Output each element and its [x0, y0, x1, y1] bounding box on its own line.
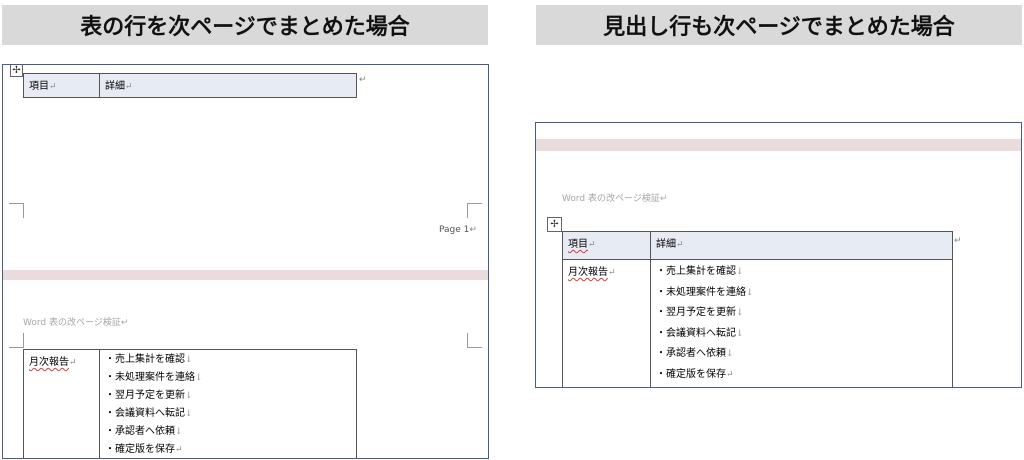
paragraph-mark: ↵ [69, 358, 77, 368]
paragraph-mark: ↵ [608, 268, 616, 278]
left-comparison-banner: 表の行を次ページでまとめた場合 [2, 5, 488, 45]
detail-list: ・売上集計を確認↓ ・未処理案件を連絡↓ ・翌月予定を更新↓ ・会議資料へ転記↓… [105, 351, 351, 458]
paragraph-mark: ↵ [676, 240, 684, 250]
row-cell-label[interactable]: 月次報告↵ [562, 259, 651, 387]
document-title: Word 表の改ページ検証↵ [23, 315, 128, 328]
page-number-footer: Page 1↵ [439, 225, 477, 235]
page-break-gap [3, 270, 488, 280]
header-label-detail: 詳細 [656, 239, 676, 250]
list-item: ・承認者へ依頼↓ [656, 348, 734, 359]
list-item: ・未処理案件を連絡↓ [105, 372, 203, 383]
crop-mark [9, 333, 24, 348]
right-document-view: Word 表の改ページ検証↵ ✢ 項目↵ 詳細↵ 月次報告↵ ・売上集計を確認↓… [535, 122, 1022, 388]
row-end-mark: ↵ [359, 75, 367, 85]
paragraph-mark: ↵ [588, 240, 596, 250]
paragraph-mark: ↵ [469, 225, 477, 235]
list-item: ・会議資料へ転記↓ [105, 408, 193, 419]
crop-mark [9, 203, 24, 218]
list-item: ・翌月予定を更新↓ [656, 307, 744, 318]
list-item: ・会議資料へ転記↓ [656, 327, 744, 339]
table-move-handle-icon[interactable]: ✢ [10, 65, 23, 77]
list-item: ・売上集計を確認↓ [656, 266, 744, 277]
row-cell-label[interactable]: 月次報告↵ [23, 349, 100, 458]
table-header-row: 項目↵ 詳細↵ [562, 231, 953, 260]
row-cell-detail[interactable]: ・売上集計を確認↓ ・未処理案件を連絡↓ ・翌月予定を更新↓ ・会議資料へ転記↓… [99, 349, 357, 458]
list-item: ・翌月予定を更新↓ [105, 390, 193, 401]
paragraph-mark: ↵ [659, 194, 668, 204]
paragraph-mark: ↵ [125, 82, 133, 92]
header-label-item: 項目 [29, 81, 49, 92]
document-title-text: Word 表の改ページ検証 [562, 194, 660, 204]
row-label: 月次報告 [568, 267, 608, 278]
header-cell-detail[interactable]: 詳細↵ [650, 231, 953, 260]
crop-mark [467, 203, 482, 218]
header-cell-item[interactable]: 項目↵ [562, 231, 651, 260]
page-break-gap [536, 139, 1021, 151]
table-move-handle-icon[interactable]: ✢ [547, 217, 562, 232]
right-table: 項目↵ 詳細↵ 月次報告↵ ・売上集計を確認↓ ・未処理案件を連絡↓ ・翌月予定… [562, 231, 953, 387]
row-label: 月次報告 [29, 357, 69, 368]
page-number-text: Page 1 [439, 225, 470, 235]
row-end-mark: ↵ [954, 236, 962, 246]
paragraph-mark: ↵ [49, 82, 57, 92]
paragraph-mark: ↵ [120, 318, 129, 328]
left-header-table: 項目↵ 詳細↵ [23, 73, 357, 98]
list-item: ・承認者へ依頼↓ [105, 426, 183, 437]
left-banner-title: 表の行を次ページでまとめた場合 [80, 15, 410, 40]
header-cell-item[interactable]: 項目↵ [23, 73, 100, 98]
header-label-detail: 詳細 [105, 81, 125, 92]
row-cell-detail[interactable]: ・売上集計を確認↓ ・未処理案件を連絡↓ ・翌月予定を更新↓ ・会議資料へ転記↓… [650, 259, 953, 387]
list-item: ・確定版を保存↵ [656, 368, 734, 380]
table-row: 月次報告↵ ・売上集計を確認↓ ・未処理案件を連絡↓ ・翌月予定を更新↓ ・会議… [23, 349, 357, 458]
header-label-item: 項目 [568, 239, 588, 250]
list-item: ・確定版を保存↵ [105, 444, 183, 455]
list-item: ・売上集計を確認↓ [105, 354, 193, 365]
detail-list: ・売上集計を確認↓ ・未処理案件を連絡↓ ・翌月予定を更新↓ ・会議資料へ転記↓… [656, 262, 947, 385]
document-title-text: Word 表の改ページ検証 [23, 318, 121, 328]
right-banner-title: 見出し行も次ページでまとめた場合 [603, 15, 955, 40]
document-title: Word 表の改ページ検証↵ [562, 191, 667, 204]
table-header-row: 項目↵ 詳細↵ [23, 73, 357, 98]
list-item: ・未処理案件を連絡↓ [656, 286, 754, 298]
left-body-table: 月次報告↵ ・売上集計を確認↓ ・未処理案件を連絡↓ ・翌月予定を更新↓ ・会議… [23, 349, 357, 458]
crop-mark [467, 333, 482, 348]
left-document-view: ✢ 項目↵ 詳細↵ ↵ Page 1↵ Word 表の改ページ検証↵ 月次報告↵… [2, 64, 489, 459]
right-comparison-banner: 見出し行も次ページでまとめた場合 [536, 5, 1022, 45]
table-row: 月次報告↵ ・売上集計を確認↓ ・未処理案件を連絡↓ ・翌月予定を更新↓ ・会議… [562, 259, 953, 387]
header-cell-detail[interactable]: 詳細↵ [99, 73, 357, 98]
